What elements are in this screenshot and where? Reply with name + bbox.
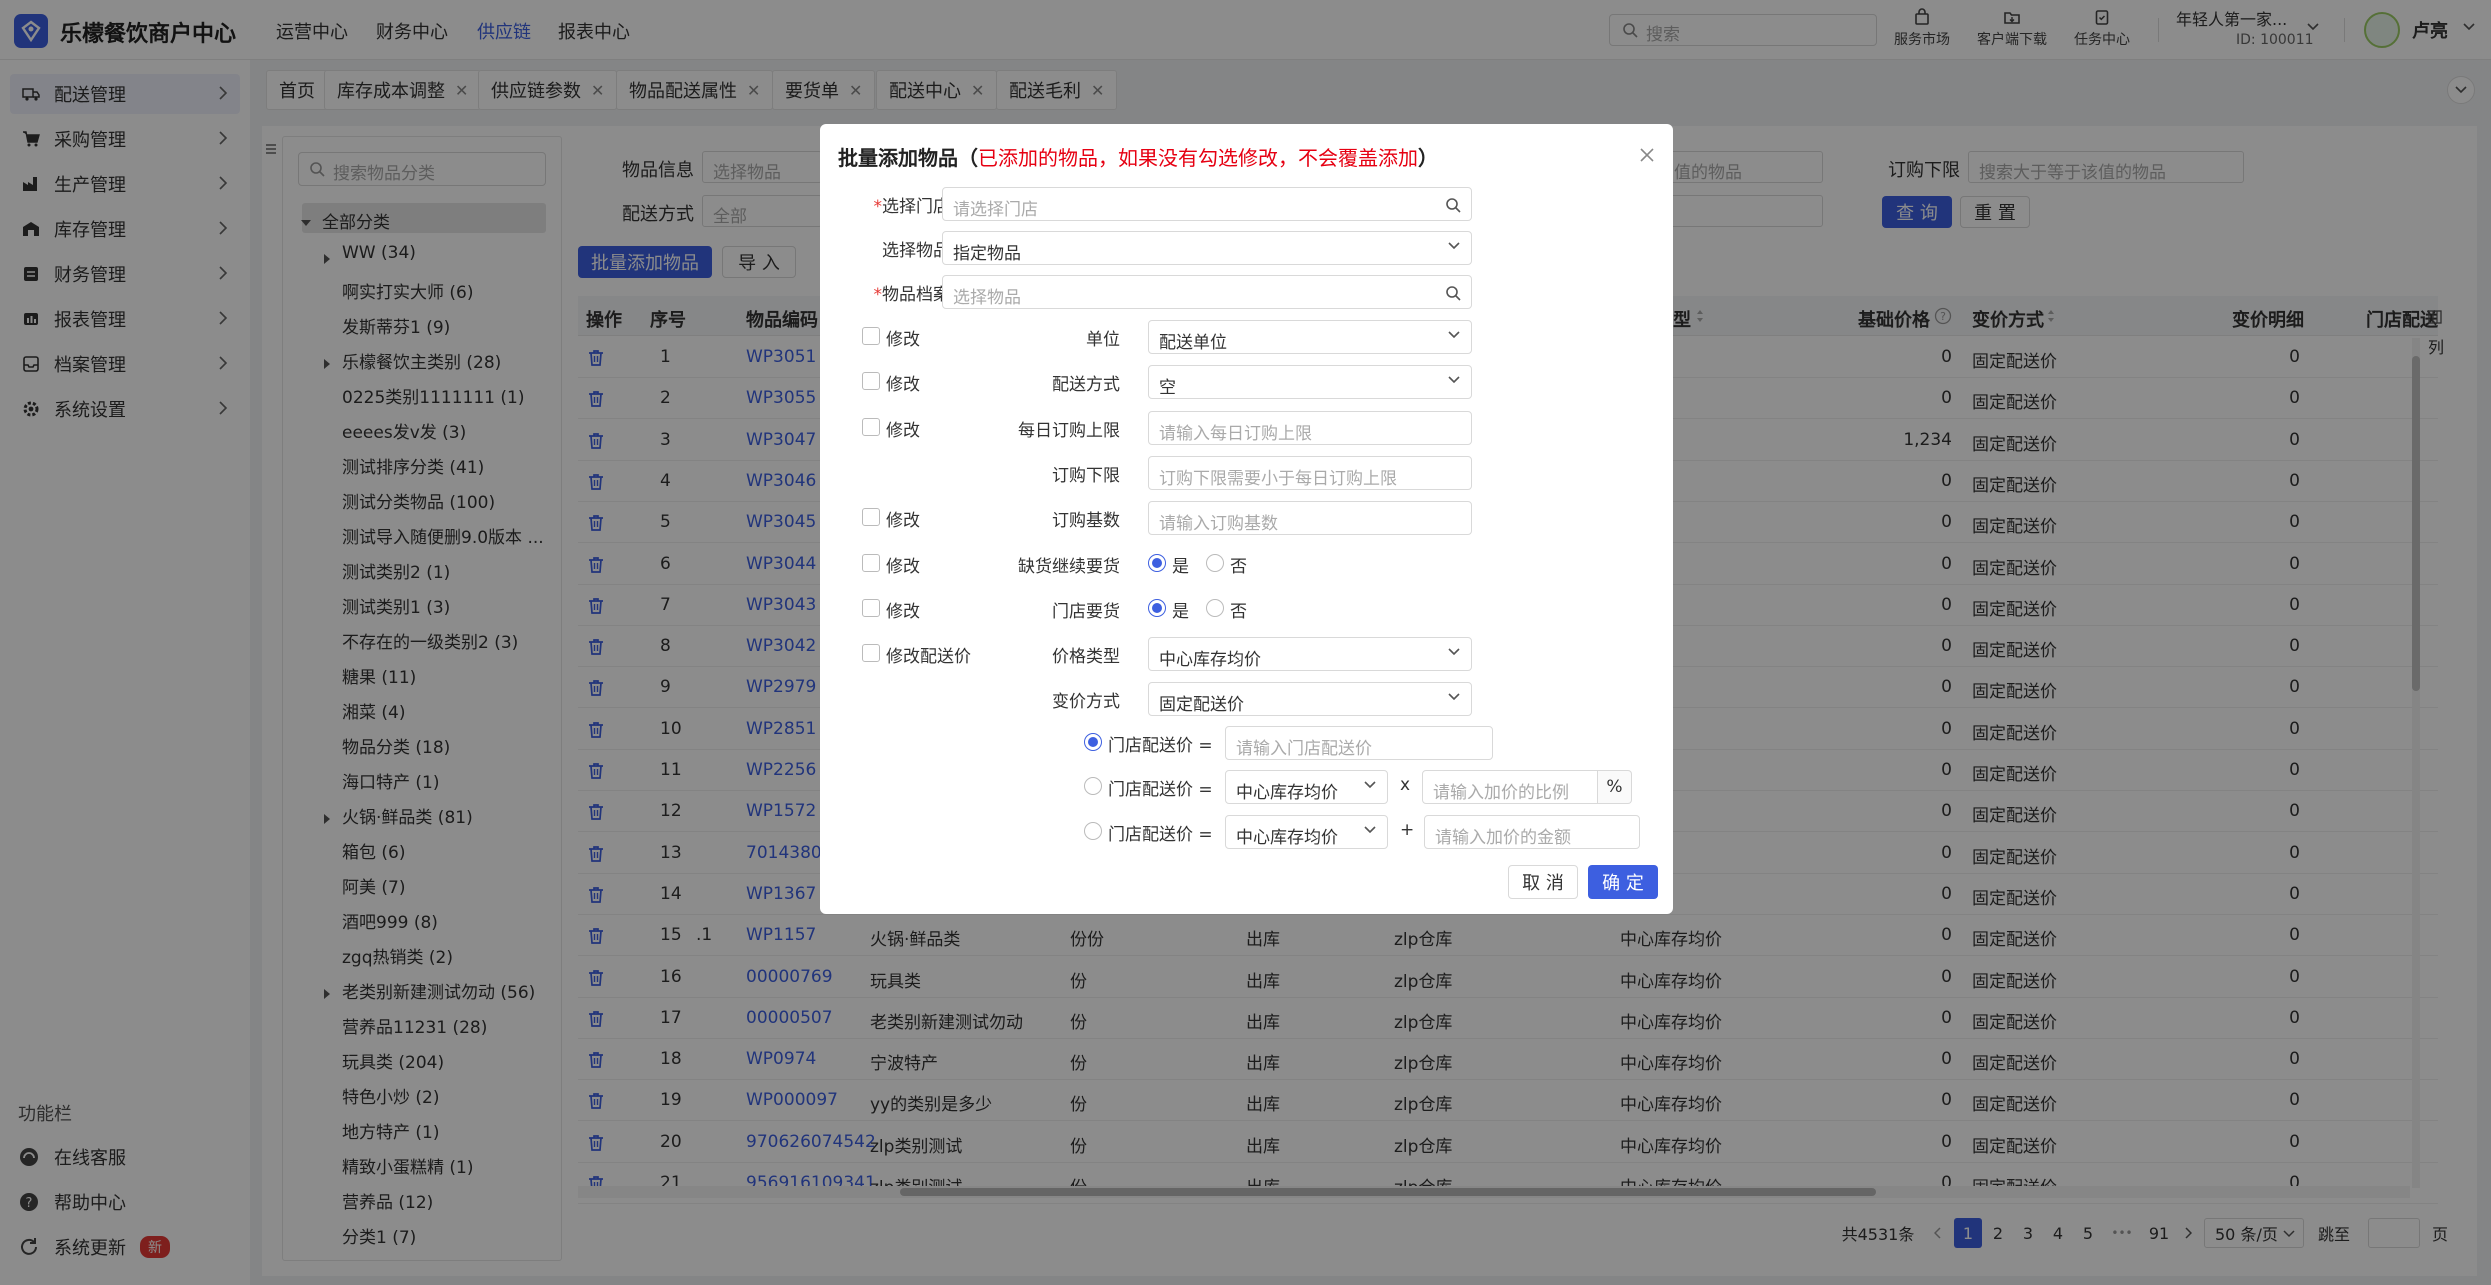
modify-unit-label: 修改 <box>886 330 920 350</box>
price-formula-amount-radio[interactable] <box>1084 822 1102 840</box>
chevron-down-icon <box>1447 241 1461 251</box>
store-order-yes-radio[interactable] <box>1148 599 1166 617</box>
dialog-warning-text: 已添加的物品，如果没有勾选修改，不会覆盖添加 <box>978 146 1418 170</box>
backorder-label: 缺货继续要货 <box>1018 557 1120 577</box>
modify-daily-max-checkbox[interactable] <box>862 418 880 436</box>
amount-base-select[interactable]: 中心库存均价 <box>1225 815 1388 849</box>
backorder-yes-label[interactable]: 是 <box>1172 552 1189 577</box>
order-min-label: 订购下限 <box>1052 466 1120 486</box>
modify-store-order-label: 修改 <box>886 602 920 622</box>
order-min-input[interactable]: 订购下限需要小于每日订购上限 <box>1148 456 1472 490</box>
order-base-label: 订购基数 <box>1052 511 1120 531</box>
item-select-dropdown[interactable]: 指定物品 <box>942 231 1472 265</box>
dialog-title: 批量添加物品（已添加的物品，如果没有勾选修改，不会覆盖添加） <box>838 142 1438 171</box>
store-label-text: 选择门店 <box>882 197 950 217</box>
unit-value: 配送单位 <box>1159 333 1227 353</box>
price-formula-ratio-radio[interactable] <box>1084 777 1102 795</box>
modify-backorder-label: 修改 <box>886 557 920 577</box>
chevron-down-icon <box>1447 375 1461 385</box>
batch-add-dialog: 批量添加物品（已添加的物品，如果没有勾选修改，不会覆盖添加） *选择门店 请选择… <box>820 124 1673 914</box>
change-mode-label: 变价方式 <box>1052 692 1120 712</box>
order-base-placeholder: 请输入订购基数 <box>1159 514 1278 534</box>
amount-placeholder: 请输入加价的金额 <box>1435 828 1571 848</box>
modify-store-order-checkbox[interactable] <box>862 599 880 617</box>
chevron-down-icon <box>1447 647 1461 657</box>
percent-suffix: % <box>1598 770 1632 804</box>
change-mode-select[interactable]: 固定配送价 <box>1148 682 1472 716</box>
chevron-down-icon <box>1363 780 1377 790</box>
modify-order-base-label: 修改 <box>886 511 920 531</box>
confirm-button[interactable]: 确 定 <box>1588 865 1658 899</box>
chevron-down-icon <box>1447 692 1461 702</box>
plus-sign: + <box>1400 820 1415 840</box>
modify-price-label: 修改配送价 <box>886 647 971 667</box>
cancel-button[interactable]: 取 消 <box>1508 865 1578 899</box>
price-formula-label: 门店配送价 = <box>1108 825 1213 845</box>
store-order-label: 门店要货 <box>1052 602 1120 622</box>
daily-max-label: 每日订购上限 <box>1018 421 1120 441</box>
price-formula-label: 门店配送价 = <box>1108 736 1213 756</box>
price-formula-fixed-radio[interactable] <box>1084 733 1102 751</box>
delivery-mode-value: 空 <box>1159 378 1176 398</box>
unit-select[interactable]: 配送单位 <box>1148 320 1472 354</box>
modify-backorder-checkbox[interactable] <box>862 554 880 572</box>
order-min-placeholder: 订购下限需要小于每日订购上限 <box>1159 469 1397 489</box>
store-order-yes-label[interactable]: 是 <box>1172 597 1189 622</box>
unit-label: 单位 <box>1086 330 1120 350</box>
multiply-sign: x <box>1400 775 1411 795</box>
search-icon[interactable] <box>1445 197 1461 213</box>
modify-price-checkbox[interactable] <box>862 644 880 662</box>
backorder-yes-radio[interactable] <box>1148 554 1166 572</box>
backorder-no-label[interactable]: 否 <box>1230 552 1247 577</box>
store-price-input[interactable]: 请输入门店配送价 <box>1225 726 1493 760</box>
store-price-placeholder: 请输入门店配送价 <box>1236 739 1372 759</box>
modify-unit-checkbox[interactable] <box>862 327 880 345</box>
amount-input[interactable]: 请输入加价的金额 <box>1424 815 1640 849</box>
price-formula-label: 门店配送价 = <box>1108 780 1213 800</box>
store-select-input[interactable]: 请选择门店 <box>942 187 1472 221</box>
dialog-title-end: ） <box>1418 146 1438 170</box>
store-order-no-radio[interactable] <box>1206 599 1224 617</box>
backorder-no-radio[interactable] <box>1206 554 1224 572</box>
price-type-value: 中心库存均价 <box>1159 650 1261 670</box>
ratio-placeholder: 请输入加价的比例 <box>1433 783 1569 803</box>
modify-delivery-label: 修改 <box>886 375 920 395</box>
close-icon[interactable] <box>1638 146 1656 164</box>
ratio-base-value: 中心库存均价 <box>1236 783 1338 803</box>
price-type-label: 价格类型 <box>1052 647 1120 667</box>
daily-max-placeholder: 请输入每日订购上限 <box>1159 424 1312 444</box>
price-type-select[interactable]: 中心库存均价 <box>1148 637 1472 671</box>
item-file-label-text: 物品档案 <box>882 285 950 305</box>
modify-daily-max-label: 修改 <box>886 421 920 441</box>
chevron-down-icon <box>1363 825 1377 835</box>
item-file-input[interactable]: 选择物品 <box>942 275 1472 309</box>
delivery-mode-select[interactable]: 空 <box>1148 365 1472 399</box>
store-order-no-label[interactable]: 否 <box>1230 597 1247 622</box>
ratio-input[interactable]: 请输入加价的比例 <box>1422 770 1598 804</box>
store-placeholder: 请选择门店 <box>953 200 1038 220</box>
delivery-mode-label: 配送方式 <box>1052 375 1120 395</box>
modify-order-base-checkbox[interactable] <box>862 508 880 526</box>
item-file-placeholder: 选择物品 <box>953 288 1021 308</box>
ratio-base-select[interactable]: 中心库存均价 <box>1225 770 1388 804</box>
amount-base-value: 中心库存均价 <box>1236 828 1338 848</box>
item-file-label: *物品档案 <box>873 285 951 305</box>
item-select-value: 指定物品 <box>953 244 1021 264</box>
store-label: *选择门店 <box>873 197 951 217</box>
item-select-label: 选择物品 <box>882 241 950 261</box>
dialog-title-text: 批量添加物品（ <box>838 146 978 170</box>
change-mode-value: 固定配送价 <box>1159 695 1244 715</box>
chevron-down-icon <box>1447 330 1461 340</box>
modify-delivery-checkbox[interactable] <box>862 372 880 390</box>
order-base-input[interactable]: 请输入订购基数 <box>1148 501 1472 535</box>
daily-max-input[interactable]: 请输入每日订购上限 <box>1148 411 1472 445</box>
search-icon[interactable] <box>1445 285 1461 301</box>
